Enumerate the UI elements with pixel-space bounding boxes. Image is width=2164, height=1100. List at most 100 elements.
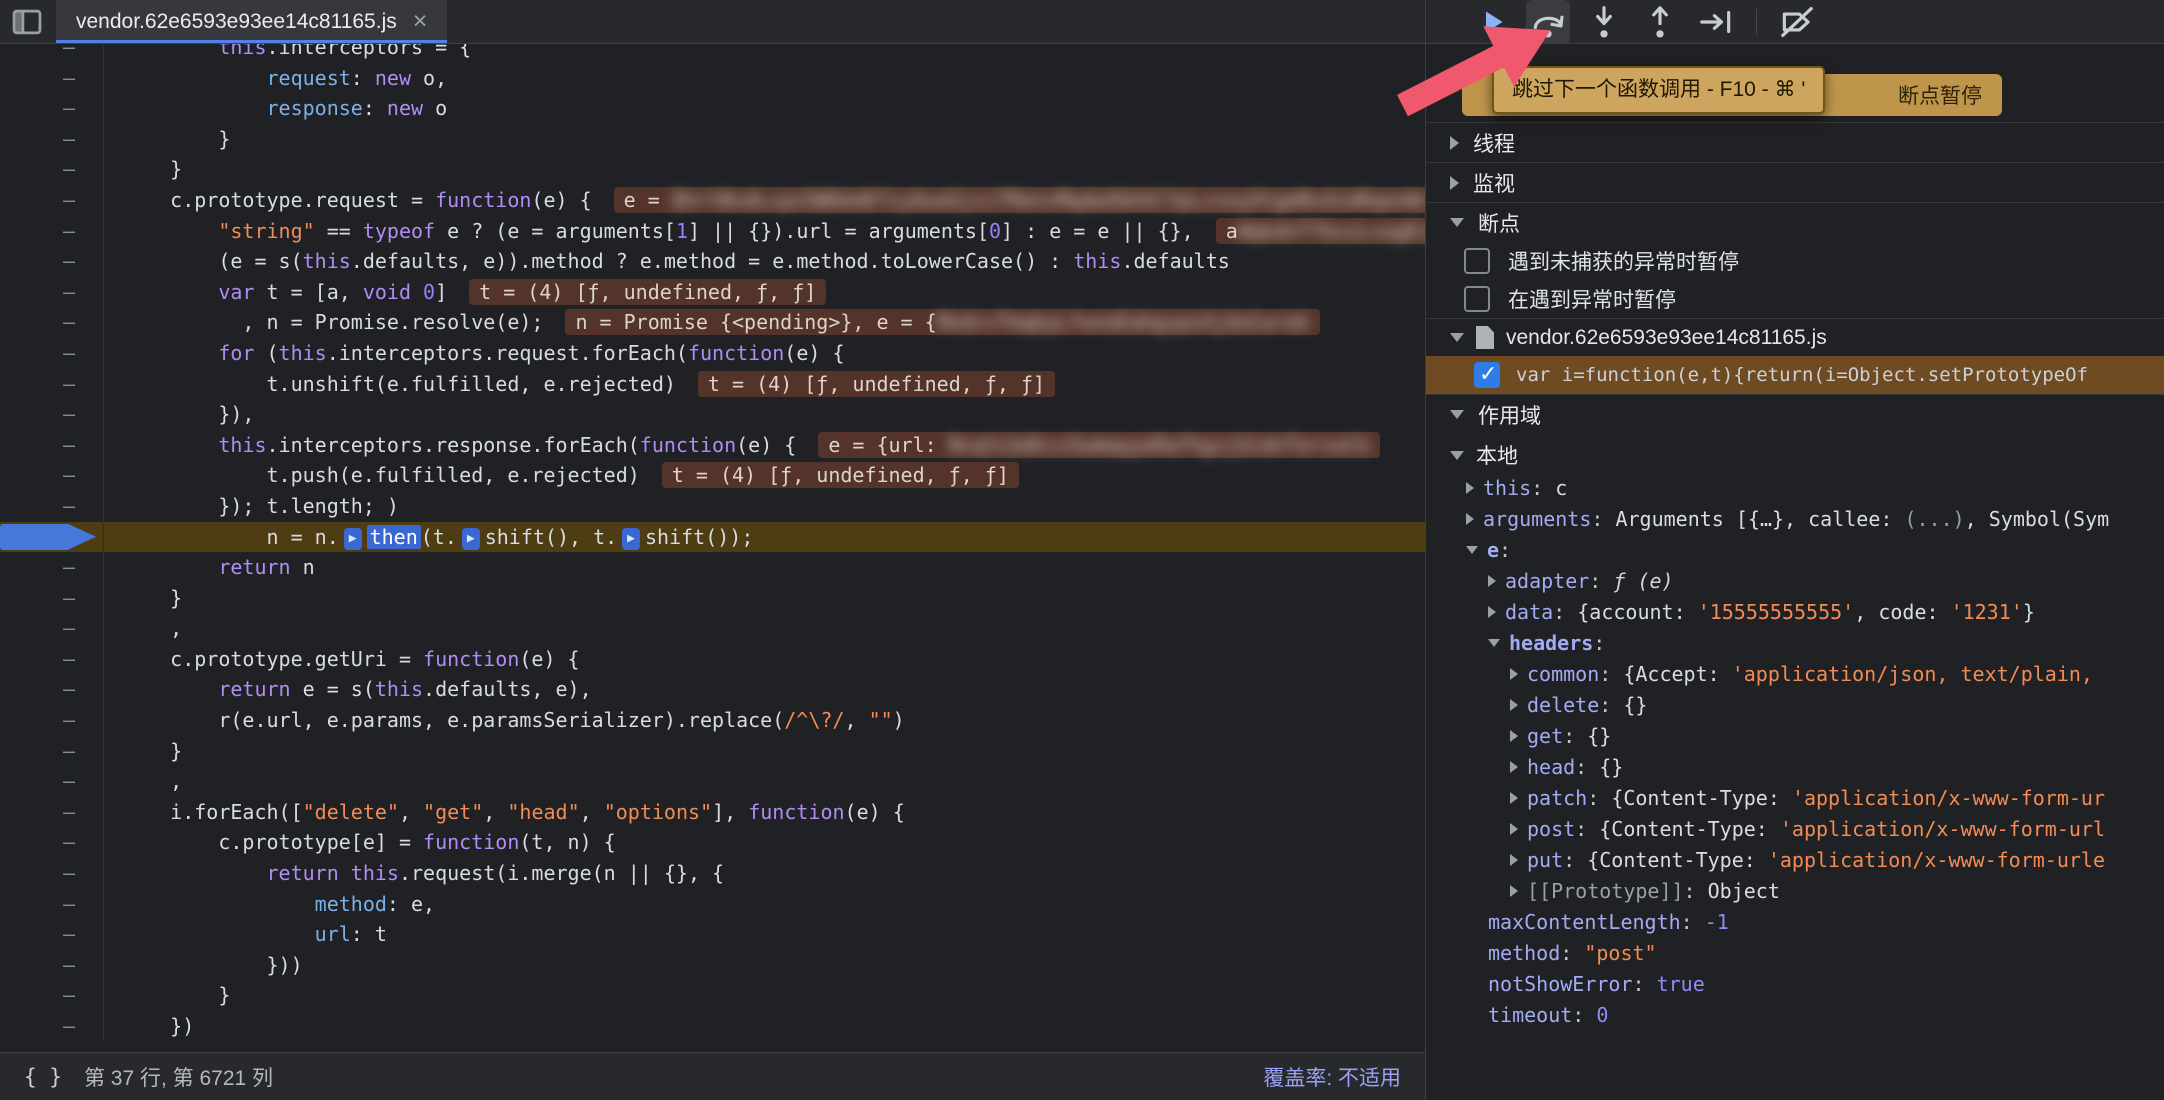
scope-row[interactable]: e: <box>1426 534 2164 565</box>
code-line: – url: t <box>0 919 1425 950</box>
scope-row[interactable]: headers: <box>1426 627 2164 658</box>
gutter-line-marker[interactable]: – <box>0 858 104 889</box>
gutter-line-marker[interactable]: – <box>0 460 104 491</box>
gutter-line-marker[interactable]: – <box>0 980 104 1011</box>
gutter-line-marker[interactable]: – <box>0 644 104 675</box>
gutter-line-marker[interactable]: – <box>0 338 104 369</box>
property-value: -1 <box>1705 910 1729 934</box>
collapse-arrow-icon[interactable] <box>1466 546 1478 554</box>
expand-arrow-icon[interactable] <box>1510 730 1518 742</box>
expand-arrow-icon[interactable] <box>1450 136 1459 150</box>
gutter-line-marker[interactable]: – <box>0 1011 104 1042</box>
gutter-line-marker[interactable]: – <box>0 674 104 705</box>
collapse-arrow-icon[interactable] <box>1488 639 1500 647</box>
scope-row[interactable]: data: {account: '15555555555', code: '12… <box>1426 596 2164 627</box>
gutter-line-marker[interactable]: – <box>0 216 104 247</box>
inline-step-into-icon[interactable]: ▶ <box>622 528 640 550</box>
code-line: – c.prototype.request = function(e) {e =… <box>0 185 1425 216</box>
expand-arrow-icon[interactable] <box>1510 885 1518 897</box>
code-line: – }); t.length; ) <box>0 491 1425 522</box>
expand-arrow-icon[interactable] <box>1510 854 1518 866</box>
gutter-line-marker[interactable]: – <box>0 399 104 430</box>
close-icon[interactable]: × <box>413 9 428 34</box>
gutter-line-marker[interactable]: – <box>0 185 104 216</box>
checkbox-pause-exceptions[interactable] <box>1464 286 1490 312</box>
gutter-line-marker[interactable]: – <box>0 277 104 308</box>
scope-row[interactable]: this: c <box>1426 472 2164 503</box>
expand-arrow-icon[interactable] <box>1510 761 1518 773</box>
pretty-print-button[interactable]: { } <box>24 1065 62 1089</box>
expand-arrow-icon[interactable] <box>1510 823 1518 835</box>
expand-arrow-icon[interactable] <box>1466 513 1474 525</box>
expand-arrow-icon[interactable] <box>1488 575 1496 587</box>
code-line: – }) <box>0 1011 1425 1042</box>
scope-row[interactable]: head: {} <box>1426 751 2164 782</box>
expand-arrow-icon[interactable] <box>1450 176 1459 190</box>
scope-row[interactable]: put: {Content-Type: 'application/x-www-f… <box>1426 844 2164 875</box>
threads-section-header[interactable]: 线程 <box>1426 122 2164 162</box>
breakpoint-file-group[interactable]: vendor.62e6593e93ee14c81165.js <box>1426 318 2164 356</box>
gutter-line-marker[interactable]: – <box>0 736 104 767</box>
breakpoint-entry[interactable]: var i=function(e,t){return(i=Object.setP… <box>1426 356 2164 394</box>
collapse-arrow-icon[interactable] <box>1450 333 1464 342</box>
gutter-line-marker[interactable]: – <box>0 63 104 94</box>
scope-row[interactable]: adapter: ƒ (e) <box>1426 565 2164 596</box>
scope-section-header[interactable]: 作用域 <box>1426 394 2164 434</box>
checkbox-breakpoint-enabled[interactable] <box>1474 362 1500 388</box>
gutter-line-marker[interactable]: – <box>0 154 104 185</box>
expand-arrow-icon[interactable] <box>1510 668 1518 680</box>
gutter-line-marker[interactable]: – <box>0 827 104 858</box>
gutter-line-marker[interactable]: – <box>0 797 104 828</box>
expand-arrow-icon[interactable] <box>1510 792 1518 804</box>
editor-status-bar: { } 第 37 行, 第 6721 列 覆盖率: 不适用 <box>0 1052 1425 1100</box>
property-name: arguments <box>1483 507 1591 531</box>
gutter-line-marker[interactable]: – <box>0 93 104 124</box>
gutter-line-marker[interactable]: – <box>0 430 104 461</box>
step-button[interactable] <box>1694 0 1738 44</box>
gutter-line-marker[interactable]: – <box>0 766 104 797</box>
property-name: get <box>1527 724 1563 748</box>
code-line: – c.prototype[e] = function(t, n) { <box>0 827 1425 858</box>
code-line: – (e = s(this.defaults, e)).method ? e.m… <box>0 246 1425 277</box>
scope-row[interactable]: patch: {Content-Type: 'application/x-www… <box>1426 782 2164 813</box>
inline-step-into-icon[interactable]: ▶ <box>462 528 480 550</box>
gutter-line-marker[interactable]: – <box>0 613 104 644</box>
scope-row[interactable]: get: {} <box>1426 720 2164 751</box>
gutter-line-marker[interactable]: – <box>0 889 104 920</box>
deactivate-breakpoints-button[interactable] <box>1775 0 1819 44</box>
collapse-arrow-icon[interactable] <box>1450 410 1464 419</box>
gutter-line-marker[interactable]: – <box>0 583 104 614</box>
scope-row[interactable]: post: {Content-Type: 'application/x-www-… <box>1426 813 2164 844</box>
gutter-line-marker[interactable]: – <box>0 246 104 277</box>
scope-local-row[interactable]: 本地 <box>1426 438 2164 472</box>
gutter-line-marker[interactable]: – <box>0 919 104 950</box>
gutter-line-marker[interactable]: – <box>0 307 104 338</box>
gutter-line-marker[interactable]: – <box>0 124 104 155</box>
toggle-navigator-button[interactable] <box>0 0 54 43</box>
expand-arrow-icon[interactable] <box>1466 482 1474 494</box>
expand-arrow-icon[interactable] <box>1488 606 1496 618</box>
gutter-line-marker[interactable]: – <box>0 552 104 583</box>
breakpoints-section-header[interactable]: 断点 <box>1426 202 2164 242</box>
collapse-arrow-icon[interactable] <box>1450 451 1464 460</box>
inline-step-into-icon[interactable]: ▶ <box>344 528 362 550</box>
scope-row[interactable]: delete: {} <box>1426 689 2164 720</box>
file-tab[interactable]: vendor.62e6593e93ee14c81165.js × <box>56 0 447 43</box>
gutter-line-marker[interactable]: – <box>0 369 104 400</box>
gutter-line-marker[interactable]: – <box>0 705 104 736</box>
scope-row[interactable]: arguments: Arguments [{…}, callee: (...)… <box>1426 503 2164 534</box>
gutter-line-marker[interactable]: – <box>0 491 104 522</box>
property-value: {Accept: <box>1623 662 1731 686</box>
checkbox-pause-uncaught[interactable] <box>1464 248 1490 274</box>
watch-section-header[interactable]: 监视 <box>1426 162 2164 202</box>
scope-row[interactable]: common: {Accept: 'application/json, text… <box>1426 658 2164 689</box>
navigator-panel-icon <box>10 7 44 37</box>
step-out-button[interactable] <box>1638 0 1682 44</box>
gutter-line-marker[interactable]: – <box>0 950 104 981</box>
code-line: – t.unshift(e.fulfilled, e.rejected)t = … <box>0 369 1425 400</box>
code-scroll-area[interactable]: – this.interceptors = {– request: new o,… <box>0 44 1425 1052</box>
expand-arrow-icon[interactable] <box>1510 699 1518 711</box>
collapse-arrow-icon[interactable] <box>1450 218 1464 227</box>
scope-row[interactable]: [[Prototype]]: Object <box>1426 875 2164 906</box>
gutter-line-marker[interactable]: – <box>0 44 104 63</box>
